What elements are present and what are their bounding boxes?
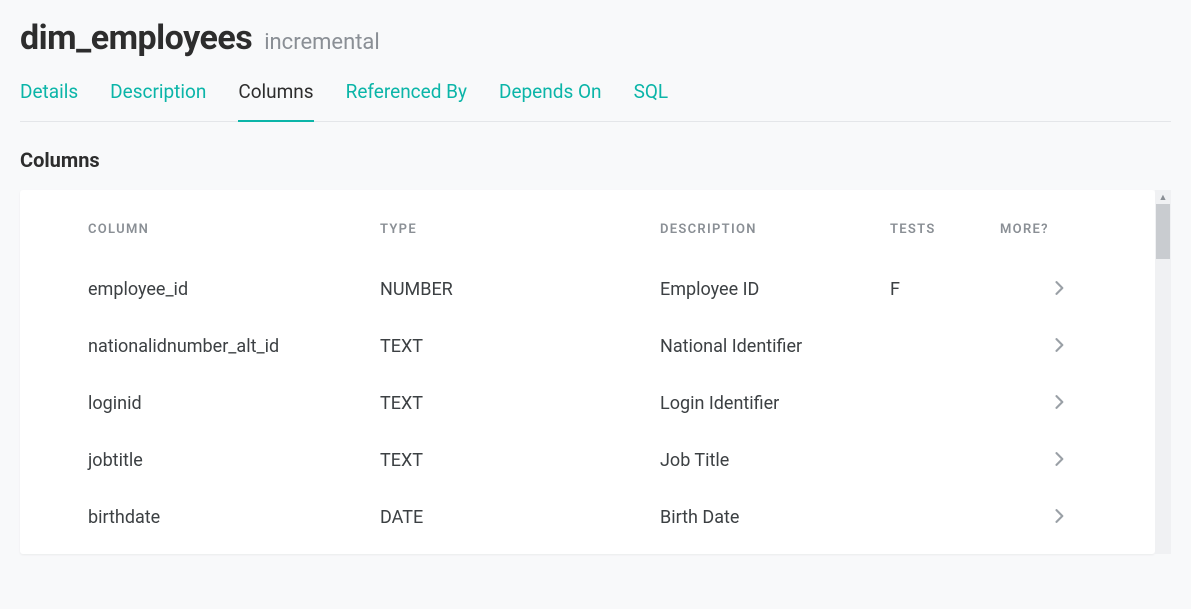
cell-type: TEXT <box>380 375 660 432</box>
tab-description[interactable]: Description <box>110 80 206 121</box>
tabs-nav: Details Description Columns Referenced B… <box>20 80 1171 122</box>
chevron-right-icon[interactable] <box>1055 509 1065 523</box>
cell-description: Birth Date <box>660 489 890 546</box>
cell-description: Login Identifier <box>660 375 890 432</box>
tab-details[interactable]: Details <box>20 80 78 121</box>
chevron-right-icon[interactable] <box>1055 395 1065 409</box>
scroll-up-icon[interactable]: ▲ <box>1155 190 1171 204</box>
cell-type: NUMBER <box>380 261 660 318</box>
cell-type: TEXT <box>380 432 660 489</box>
tab-referenced-by[interactable]: Referenced By <box>346 80 467 121</box>
cell-tests <box>890 489 1000 546</box>
cell-tests <box>890 318 1000 375</box>
cell-column: jobtitle <box>20 432 380 489</box>
th-tests: TESTS <box>890 198 1000 261</box>
cell-type: TEXT <box>380 318 660 375</box>
chevron-right-icon[interactable] <box>1055 281 1065 295</box>
cell-tests: F <box>890 261 1000 318</box>
cell-description: National Identifier <box>660 318 890 375</box>
cell-column: nationalidnumber_alt_id <box>20 318 380 375</box>
th-description: DESCRIPTION <box>660 198 890 261</box>
scrollbar[interactable]: ▲ <box>1155 190 1171 554</box>
table-row: loginid TEXT Login Identifier <box>20 375 1155 432</box>
cell-type: DATE <box>380 489 660 546</box>
cell-description: Job Title <box>660 432 890 489</box>
page-subtitle: incremental <box>264 30 380 55</box>
page-header: dim_employees incremental <box>20 18 1171 58</box>
columns-table: COLUMN TYPE DESCRIPTION TESTS MORE? empl… <box>20 198 1155 546</box>
tab-columns[interactable]: Columns <box>238 80 313 121</box>
cell-tests <box>890 432 1000 489</box>
table-row: employee_id NUMBER Employee ID F <box>20 261 1155 318</box>
table-header-row: COLUMN TYPE DESCRIPTION TESTS MORE? <box>20 198 1155 261</box>
columns-panel: COLUMN TYPE DESCRIPTION TESTS MORE? empl… <box>20 190 1155 554</box>
tab-sql[interactable]: SQL <box>634 80 669 121</box>
chevron-right-icon[interactable] <box>1055 452 1065 466</box>
tab-depends-on[interactable]: Depends On <box>499 80 602 121</box>
cell-tests <box>890 375 1000 432</box>
th-column: COLUMN <box>20 198 380 261</box>
chevron-right-icon[interactable] <box>1055 338 1065 352</box>
scrollbar-thumb[interactable] <box>1156 204 1170 259</box>
section-title: Columns <box>20 148 1171 172</box>
table-row: jobtitle TEXT Job Title <box>20 432 1155 489</box>
th-more: MORE? <box>1000 198 1155 261</box>
table-row: birthdate DATE Birth Date <box>20 489 1155 546</box>
th-type: TYPE <box>380 198 660 261</box>
table-row: nationalidnumber_alt_id TEXT National Id… <box>20 318 1155 375</box>
cell-column: loginid <box>20 375 380 432</box>
cell-description: Employee ID <box>660 261 890 318</box>
page-title: dim_employees <box>20 18 252 58</box>
cell-column: birthdate <box>20 489 380 546</box>
cell-column: employee_id <box>20 261 380 318</box>
